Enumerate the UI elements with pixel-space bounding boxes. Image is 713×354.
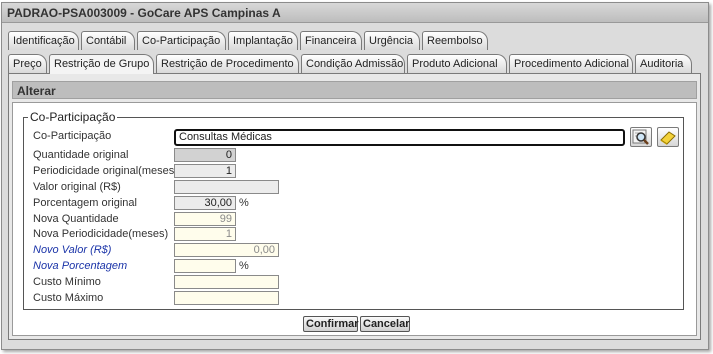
custo-maximo-field[interactable]: [174, 291, 279, 305]
search-button[interactable]: [630, 127, 652, 147]
tab-contabil[interactable]: Contábil: [81, 31, 135, 50]
window-title: PADRAO-PSA003009 - GoCare APS Campinas A: [2, 3, 708, 23]
nova-periodicidade-field[interactable]: 1: [174, 227, 236, 241]
valor-original-field[interactable]: [174, 180, 279, 194]
custo-minimo-field[interactable]: [174, 275, 279, 289]
label-nova-porcentagem: Nova Porcentagem: [33, 260, 128, 272]
tab-preco[interactable]: Preço: [8, 54, 47, 73]
percent-unit: %: [239, 260, 249, 272]
nova-quantidade-field[interactable]: 99: [174, 212, 236, 226]
label-novo-valor: Novo Valor (R$): [33, 244, 112, 256]
tab-financeira[interactable]: Financeira: [300, 31, 362, 50]
tab-implantacao[interactable]: Implantação: [228, 31, 298, 50]
quantidade-original-field[interactable]: 0: [174, 148, 236, 162]
tab-restricao-de-grupo[interactable]: Restrição de Grupo: [49, 54, 154, 74]
tab-co-participacao[interactable]: Co-Participação: [137, 31, 226, 50]
group-legend: Co-Participação: [30, 110, 116, 124]
tab-procedimento-adicional[interactable]: Procedimento Adicional: [509, 54, 633, 73]
magnifier-icon: [632, 129, 649, 145]
tab-auditoria[interactable]: Auditoria: [635, 54, 692, 73]
tab-urgencia[interactable]: Urgência: [364, 31, 420, 50]
tab-reembolso[interactable]: Reembolso: [422, 31, 488, 50]
label-nova-periodicidade: Nova Periodicidade(meses): [33, 228, 169, 240]
tab-condicao-admissao[interactable]: Condição Admissão: [301, 54, 405, 73]
eraser-icon: [660, 131, 676, 145]
form-area: Co-Participação Co-Participação Quantida…: [12, 102, 697, 336]
section-header: Alterar: [12, 81, 697, 99]
percent-unit: %: [239, 197, 249, 209]
co-participacao-field[interactable]: Consultas Médicas: [174, 129, 625, 146]
label-periodicidade-original: Periodicidade original(meses): [33, 165, 178, 177]
label-custo-maximo: Custo Máximo: [33, 292, 104, 304]
label-nova-quantidade: Nova Quantidade: [33, 213, 119, 225]
novo-valor-field[interactable]: 0,00: [174, 243, 279, 257]
periodicidade-original-field[interactable]: 1: [174, 164, 236, 178]
tab-panel: Alterar Co-Participação Co-Participação …: [8, 73, 701, 340]
label-valor-original: Valor original (R$): [33, 181, 121, 193]
nova-porcentagem-field[interactable]: [174, 259, 236, 273]
tab-restricao-de-procedimento[interactable]: Restrição de Procedimento: [156, 54, 299, 73]
confirm-button[interactable]: Confirmar: [303, 316, 359, 332]
label-quantidade-original: Quantidade original: [33, 149, 129, 161]
tab-produto-adicional[interactable]: Produto Adicional: [407, 54, 507, 73]
clear-button[interactable]: [657, 127, 679, 147]
tab-identificacao[interactable]: Identificação: [8, 31, 79, 50]
label-co-participacao: Co-Participação: [33, 130, 112, 142]
label-custo-minimo: Custo Mínimo: [33, 276, 101, 288]
porcentagem-original-field[interactable]: 30,00: [174, 196, 236, 210]
label-porcentagem-original: Porcentagem original: [33, 197, 137, 209]
cancel-button[interactable]: Cancelar: [360, 316, 410, 332]
app-window: PADRAO-PSA003009 - GoCare APS Campinas A…: [1, 2, 709, 350]
